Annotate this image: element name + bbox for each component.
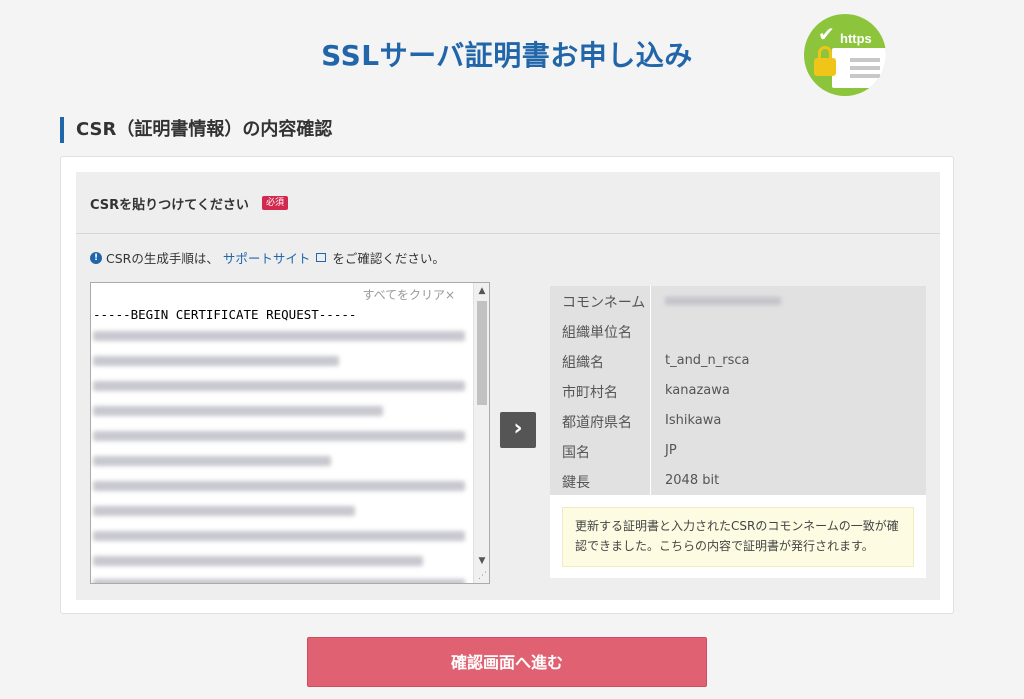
csr-scrollbar[interactable]: ▲ ▼: [473, 283, 489, 583]
info-key: 組織名: [562, 355, 604, 371]
section-heading: CSR（証明書情報）の内容確認: [60, 117, 332, 143]
csr-info-panel: コモンネーム 組織単位名 組織名 t_and_n_rsca 市町村名 kanaz…: [550, 286, 926, 578]
proceed-to-confirm-button[interactable]: 確認画面へ進む: [307, 637, 707, 687]
info-row-key-length: 鍵長 2048 bit: [550, 466, 926, 496]
required-badge: 必須: [262, 196, 289, 210]
note-prefix: CSRの生成手順は、: [106, 251, 219, 266]
info-row-org: 組織名 t_and_n_rsca: [550, 346, 926, 376]
redacted-line: [93, 356, 339, 366]
redacted-line: [93, 531, 465, 541]
csr-card: CSRを貼りつけてください 必須 ! CSRの生成手順は、 サポートサイト をご…: [60, 156, 954, 614]
csr-label: CSRを貼りつけてください: [90, 198, 249, 213]
scroll-down-icon[interactable]: ▼: [474, 553, 489, 569]
info-row-city: 市町村名 kanazawa: [550, 376, 926, 406]
info-row-prefecture: 都道府県名 Ishikawa: [550, 406, 926, 436]
redacted-line: [93, 381, 465, 391]
info-row-country: 国名 JP: [550, 436, 926, 466]
info-icon: !: [90, 251, 102, 264]
info-key: コモンネーム: [562, 295, 646, 311]
csr-info-table: コモンネーム 組織単位名 組織名 t_and_n_rsca 市町村名 kanaz…: [550, 286, 926, 495]
document-icon: [832, 48, 886, 88]
redacted-line: [93, 431, 465, 441]
info-value: t_and_n_rsca: [665, 353, 750, 368]
redacted-line: [93, 506, 355, 516]
info-value: JP: [665, 443, 677, 458]
check-icon: ✔: [818, 22, 835, 46]
note-suffix: をご確認ください。: [332, 251, 445, 266]
info-row-org-unit: 組織単位名: [550, 316, 926, 346]
info-key: 都道府県名: [562, 415, 632, 431]
redacted-line: [93, 481, 465, 491]
redacted-line: [93, 556, 423, 566]
csr-begin-line: -----BEGIN CERTIFICATE REQUEST-----: [93, 307, 357, 322]
resize-grip-icon[interactable]: ⋰: [478, 571, 487, 581]
info-value: 2048 bit: [665, 473, 720, 488]
csr-note: ! CSRの生成手順は、 サポートサイト をご確認ください。: [90, 248, 445, 267]
redacted-line: [93, 331, 465, 341]
info-key: 鍵長: [562, 475, 590, 491]
https-label: https: [840, 31, 872, 46]
info-key: 市町村名: [562, 385, 618, 401]
csr-textarea[interactable]: すべてをクリア× -----BEGIN CERTIFICATE REQUEST-…: [90, 282, 490, 584]
info-value: kanazawa: [665, 383, 730, 398]
confirmation-message: 更新する証明書と入力されたCSRのコモンネームの一致が確認できました。こちらの内…: [562, 507, 914, 567]
lock-icon: [814, 58, 836, 76]
redacted-line: [93, 456, 331, 466]
info-key: 組織単位名: [562, 325, 632, 341]
panel-header: CSRを貼りつけてください 必須: [76, 172, 940, 234]
info-row-common-name: コモンネーム: [550, 286, 926, 316]
external-link-icon[interactable]: [316, 253, 327, 262]
chevron-right-icon: ›: [500, 412, 536, 448]
info-value: Ishikawa: [665, 413, 722, 428]
redacted-line: [93, 579, 465, 583]
https-badge-icon: ✔ https: [804, 14, 886, 96]
redacted-line: [93, 406, 383, 416]
scroll-thumb[interactable]: [477, 301, 487, 405]
csr-panel: CSRを貼りつけてください 必須 ! CSRの生成手順は、 サポートサイト をご…: [76, 172, 940, 600]
scroll-up-icon[interactable]: ▲: [474, 283, 489, 299]
clear-all-button[interactable]: すべてをクリア×: [363, 286, 456, 303]
support-site-link[interactable]: サポートサイト: [223, 248, 311, 267]
info-key: 国名: [562, 445, 590, 461]
info-value-redacted: [665, 293, 781, 308]
